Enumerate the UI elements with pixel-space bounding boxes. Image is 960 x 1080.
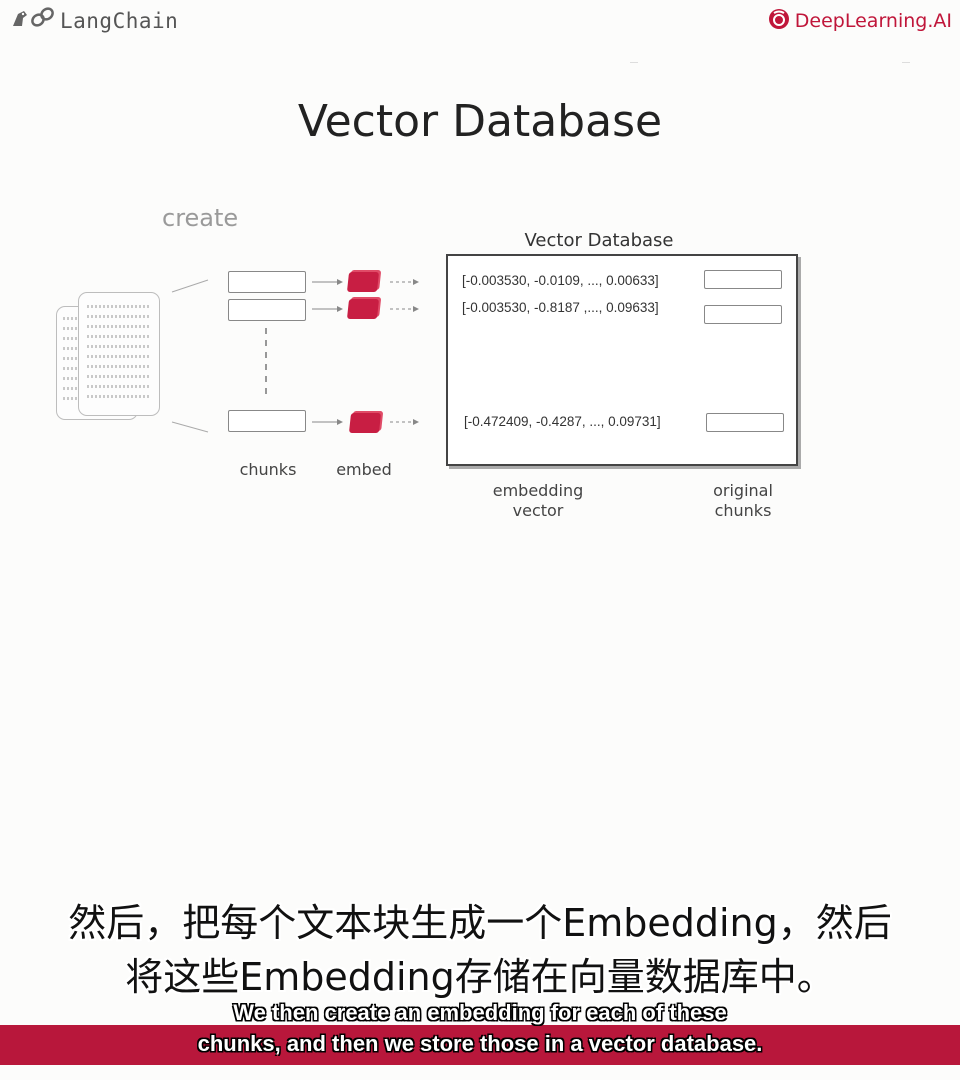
vector-db-title: Vector Database [524, 230, 674, 251]
original-chunk-box [706, 413, 784, 432]
embed-cube-icon [346, 272, 380, 292]
chunk-box [228, 271, 306, 293]
chunk-box [228, 410, 306, 432]
original-chunks-label-line1: original [713, 481, 773, 500]
english-subtitle-line-2: chunks, and then we store those in a vec… [197, 1031, 763, 1056]
original-chunks-label-line2: chunks [714, 501, 772, 520]
embed-cube-icon [348, 413, 382, 433]
embed-cube-icon [346, 299, 380, 319]
original-chunks-label: original chunks [690, 481, 796, 521]
embedding-vector-label-line1: embedding [492, 481, 584, 500]
chunks-label: chunks [239, 460, 297, 479]
embed-label: embed [336, 460, 392, 479]
chinese-subtitle-line-1: 然后，把每个文本块生成一个Embedding，然后 [68, 901, 892, 945]
embedding-vector-label: embedding vector [468, 481, 608, 521]
english-subtitle-line-1: We then create an embedding for each of … [233, 1000, 727, 1025]
embedding-vector-label-line2: vector [512, 501, 564, 520]
chunk-box [228, 299, 306, 321]
original-chunk-box [704, 305, 782, 324]
embedding-vector-row: [-0.003530, -0.8187 ,..., 0.09633] [462, 300, 659, 315]
embedding-vector-row: [-0.472409, -0.4287, ..., 0.09731] [464, 414, 661, 429]
embedding-vector-row: [-0.003530, -0.0109, ..., 0.00633] [462, 273, 659, 288]
original-chunk-box [704, 270, 782, 289]
chinese-subtitle-line-2: 将这些Embedding存储在向量数据库中。 [125, 955, 835, 999]
